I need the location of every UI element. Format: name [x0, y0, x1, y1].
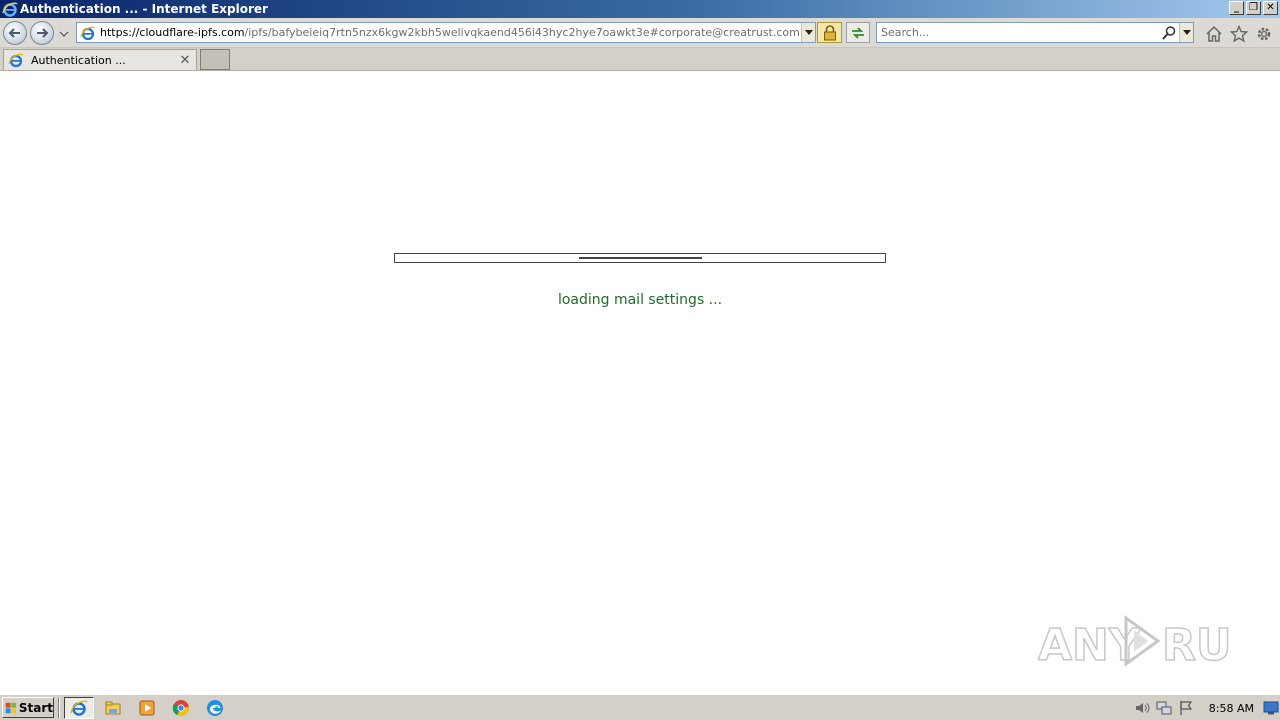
tray-volume[interactable]: [1131, 698, 1153, 718]
show-desktop-button[interactable]: [1262, 698, 1280, 718]
loading-message: loading mail settings ...: [557, 292, 723, 308]
taskbar-app-chrome[interactable]: [166, 697, 196, 719]
history-dropdown-icon[interactable]: [59, 29, 69, 39]
close-window-button[interactable]: ✕: [1263, 1, 1278, 15]
window-title: Authentication ... - Internet Explorer: [20, 2, 268, 16]
search-input[interactable]: [877, 23, 1161, 42]
tab-label: Authentication ...: [31, 53, 126, 67]
edge-icon: [207, 700, 223, 716]
search-box[interactable]: [876, 22, 1194, 43]
search-dropdown-button[interactable]: [1179, 23, 1193, 42]
forward-button[interactable]: [30, 21, 54, 45]
desktop-icon: [1263, 701, 1279, 715]
taskbar: Start 8:58 AM: [0, 694, 1280, 720]
tab-bar: Authentication ... ✕: [0, 48, 1280, 71]
url-text[interactable]: https://cloudflare-ipfs.com/ipfs/bafybei…: [100, 26, 801, 39]
tab-authentication[interactable]: Authentication ... ✕: [3, 49, 197, 70]
address-bar[interactable]: https://cloudflare-ipfs.com/ipfs/bafybei…: [76, 22, 816, 43]
ie-page-icon: [8, 53, 24, 68]
chevron-down-icon: [804, 29, 813, 35]
close-tab-icon[interactable]: ✕: [178, 53, 192, 68]
chevron-down-icon: [1182, 29, 1191, 35]
flag-icon: [1180, 701, 1192, 715]
minimize-button[interactable]: _: [1229, 1, 1244, 15]
network-icon: [1156, 701, 1172, 715]
speaker-icon: [1135, 703, 1150, 713]
refresh-button[interactable]: [846, 22, 870, 43]
start-button[interactable]: Start: [2, 697, 54, 718]
url-path: /ipfs/bafybeieiq7rtn5nzx6kgw2kbh5welivqk…: [244, 26, 800, 39]
url-domain: https://cloudflare-ipfs.com: [100, 26, 245, 39]
refresh-icon: [852, 26, 864, 39]
address-dropdown-button[interactable]: [801, 23, 815, 42]
start-label: Start: [18, 700, 53, 715]
restore-button[interactable]: ❐: [1246, 1, 1261, 15]
home-icon[interactable]: [1205, 25, 1223, 43]
ie-icon: [70, 700, 88, 716]
taskbar-separator: [58, 698, 60, 718]
windows-logo-icon: [5, 702, 17, 713]
search-icon[interactable]: [1161, 25, 1177, 41]
anyrun-watermark-logo: ANY RUN: [1038, 615, 1234, 672]
gear-icon[interactable]: [1255, 25, 1273, 43]
progress-fill: [579, 257, 702, 259]
taskbar-app-ie[interactable]: [64, 697, 94, 719]
lock-icon: [823, 24, 836, 40]
system-tray: 8:58 AM: [1131, 697, 1280, 719]
media-player-icon: [139, 700, 155, 716]
tray-network[interactable]: [1153, 698, 1175, 718]
taskbar-app-edge[interactable]: [200, 697, 230, 719]
back-arrow-icon: [8, 28, 20, 38]
chrome-icon: [172, 700, 190, 717]
navigation-bar: https://cloudflare-ipfs.com/ipfs/bafybei…: [0, 18, 1280, 48]
taskbar-app-explorer[interactable]: [98, 697, 128, 719]
svg-text:RUN: RUN: [1162, 620, 1234, 671]
favorites-star-icon[interactable]: [1230, 25, 1248, 43]
security-lock-button[interactable]: [817, 22, 842, 43]
loading-progress-bar: [394, 253, 886, 263]
explorer-icon: [105, 701, 121, 715]
taskbar-app-media-player[interactable]: [132, 697, 162, 719]
taskbar-clock[interactable]: 8:58 AM: [1209, 702, 1254, 715]
new-tab-button[interactable]: [200, 49, 230, 70]
tray-action-center[interactable]: [1175, 698, 1197, 718]
ie-logo-icon: [2, 2, 18, 17]
ie-page-icon: [80, 26, 96, 40]
window-title-bar: Authentication ... - Internet Explorer _…: [0, 0, 1280, 18]
back-button[interactable]: [3, 21, 27, 45]
forward-arrow-icon: [37, 28, 49, 38]
